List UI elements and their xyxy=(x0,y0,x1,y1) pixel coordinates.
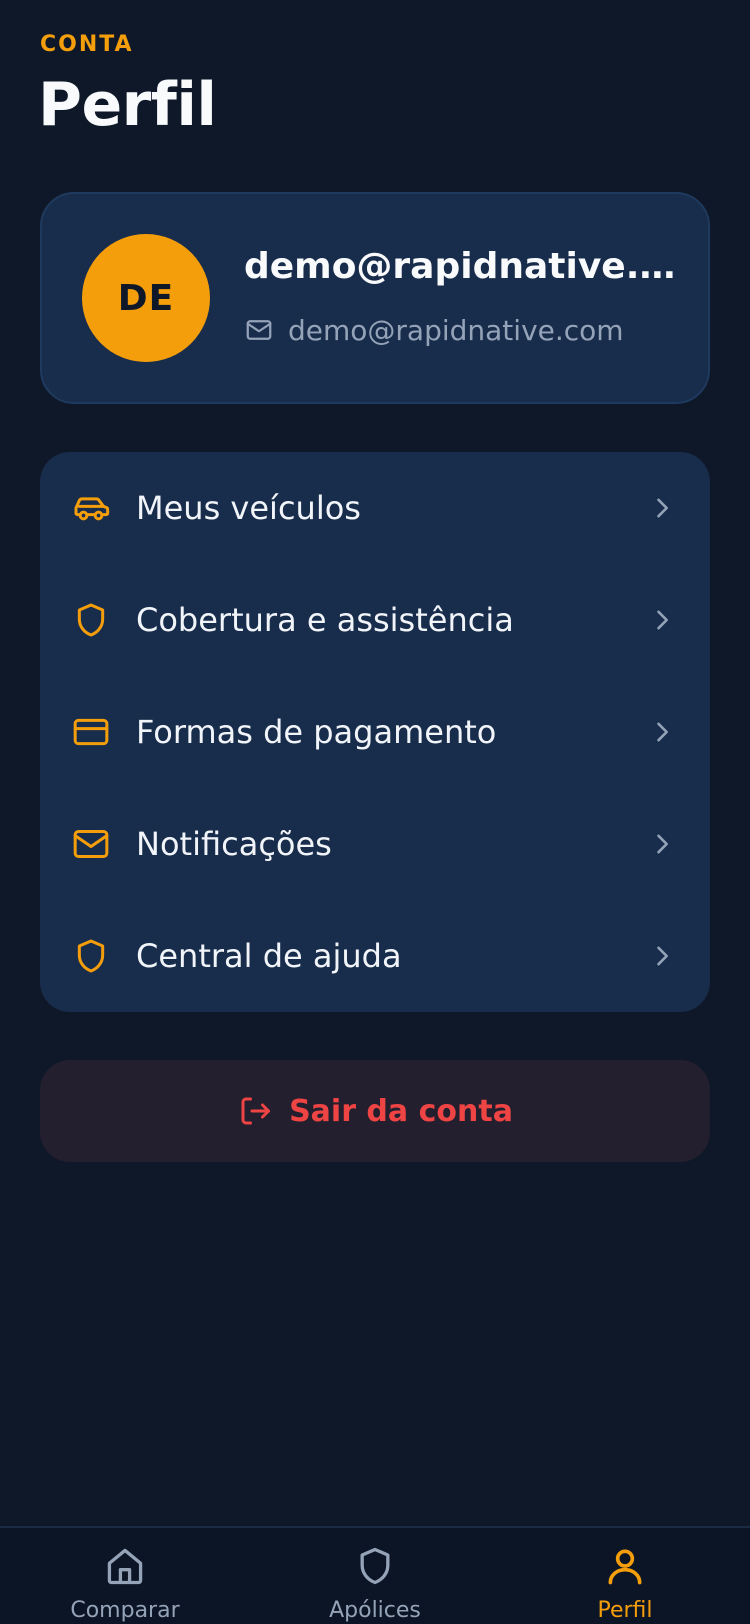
logout-button[interactable]: Sair da conta xyxy=(40,1060,710,1162)
shield-icon xyxy=(360,1547,390,1585)
mail-icon xyxy=(73,830,109,858)
menu-item-help-center[interactable]: Central de ajuda xyxy=(40,900,710,1012)
menu-item-label: Central de ajuda xyxy=(136,937,402,975)
mail-icon xyxy=(246,320,272,340)
logout-label: Sair da conta xyxy=(289,1093,513,1129)
chevron-right-icon xyxy=(657,834,668,854)
shield-icon xyxy=(77,603,105,637)
profile-card: DE demo@rapidnative.co... demo@rapidnati… xyxy=(40,192,710,404)
menu-item-label: Notificações xyxy=(136,825,332,863)
tab-compare[interactable]: Comparar xyxy=(0,1528,250,1624)
bottom-tab-bar: Comparar Apólices Perfil xyxy=(0,1526,750,1624)
menu-item-label: Meus veículos xyxy=(136,489,361,527)
car-icon xyxy=(74,497,110,521)
credit-card-icon xyxy=(73,718,109,746)
profile-name: demo@rapidnative.co... xyxy=(244,246,684,287)
settings-menu: Meus veículos Cobertura e assistência Fo… xyxy=(40,452,710,1012)
menu-item-coverage[interactable]: Cobertura e assistência xyxy=(40,564,710,676)
chevron-right-icon xyxy=(657,946,668,966)
shield-icon xyxy=(77,939,105,973)
section-label: CONTA xyxy=(40,32,134,57)
menu-item-label: Formas de pagamento xyxy=(136,713,497,751)
profile-email: demo@rapidnative.com xyxy=(288,313,624,347)
menu-item-label: Cobertura e assistência xyxy=(136,601,514,639)
tab-label: Perfil xyxy=(597,1598,653,1623)
user-icon xyxy=(608,1549,642,1585)
avatar: DE xyxy=(82,234,210,362)
chevron-right-icon xyxy=(657,498,668,518)
tab-profile[interactable]: Perfil xyxy=(500,1528,750,1624)
menu-item-vehicles[interactable]: Meus veículos xyxy=(40,452,710,564)
chevron-right-icon xyxy=(657,722,668,742)
logout-icon xyxy=(241,1097,271,1125)
chevron-right-icon xyxy=(657,610,668,630)
profile-email-row: demo@rapidnative.com xyxy=(244,312,624,348)
menu-item-payment[interactable]: Formas de pagamento xyxy=(40,676,710,788)
profile-screen: CONTA Perfil DE demo@rapidnative.co... d… xyxy=(0,0,750,1624)
tab-label: Apólices xyxy=(329,1598,421,1623)
menu-item-notifications[interactable]: Notificações xyxy=(40,788,710,900)
page-title: Perfil xyxy=(38,70,217,140)
tab-policies[interactable]: Apólices xyxy=(250,1528,500,1624)
tab-label: Comparar xyxy=(70,1598,180,1623)
home-icon xyxy=(107,1548,143,1585)
